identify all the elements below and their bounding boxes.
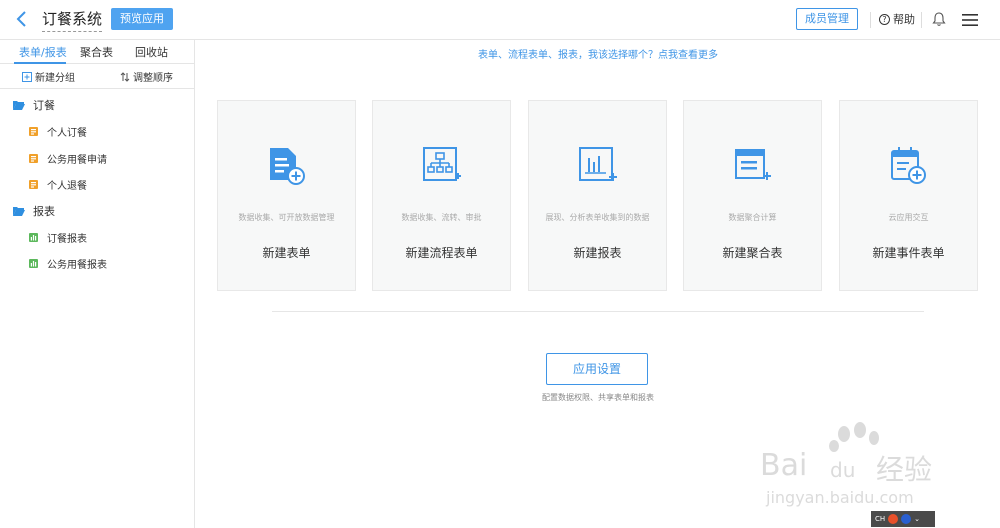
hamburger-menu-icon[interactable] — [962, 13, 978, 27]
new-form-card[interactable]: 数据收集、可开放数据管理 新建表单 — [217, 100, 356, 291]
help-tray-icon[interactable] — [901, 514, 912, 524]
card-title: 新建表单 — [262, 246, 311, 260]
report-icon — [29, 259, 38, 268]
folder-open-icon — [13, 207, 25, 216]
report-icon — [29, 233, 38, 242]
sidebar-actions: 新建分组 调整顺序 — [0, 64, 194, 89]
group-reports[interactable]: 报表 — [13, 203, 55, 219]
member-management-button[interactable]: 成员管理 — [796, 8, 858, 30]
item-label: 个人退餐 — [47, 181, 87, 192]
group-label: 订餐 — [33, 99, 55, 112]
card-title: 新建聚合表 — [722, 246, 783, 260]
sogou-icon[interactable] — [888, 514, 899, 524]
form-icon — [29, 154, 38, 163]
list-item[interactable]: 个人退餐 — [29, 177, 87, 192]
bell-icon[interactable] — [931, 11, 947, 27]
question-icon: ? — [879, 13, 890, 25]
plus-box-icon — [22, 71, 32, 82]
item-label: 订餐报表 — [47, 234, 87, 245]
card-description: 数据聚合计算 — [728, 213, 777, 222]
input-language[interactable]: CH — [875, 515, 885, 523]
sidebar-tabs: 表单/报表 聚合表 回收站 — [0, 40, 194, 64]
flow-chart-icon — [423, 147, 461, 181]
top-bar: 订餐系统 预览应用 成员管理 ? 帮助 — [0, 0, 1000, 40]
card-description: 云应用交互 — [888, 213, 929, 222]
new-flow-form-card[interactable]: 数据收集、流转、审批 新建流程表单 — [372, 100, 511, 291]
help-hint-link[interactable]: 表单、流程表单、报表，我该选择哪个？点我查看更多 — [196, 46, 1000, 61]
item-label: 个人订餐 — [47, 128, 87, 139]
card-title: 新建报表 — [573, 246, 622, 260]
reorder-label: 调整顺序 — [133, 73, 173, 84]
group-order[interactable]: 订餐 — [13, 97, 55, 113]
tab-aggregate[interactable]: 聚合表 — [80, 44, 113, 60]
settings-description: 配置数据权限、共享表单和报表 — [542, 393, 654, 402]
divider — [272, 311, 924, 312]
new-form-icon — [270, 148, 305, 185]
group-label: 报表 — [33, 205, 55, 218]
app-title[interactable]: 订餐系统 — [42, 9, 103, 32]
list-item[interactable]: 个人订餐 — [29, 124, 87, 139]
calendar-add-icon — [891, 147, 926, 184]
item-label: 公务用餐报表 — [47, 260, 107, 271]
watermark-brand: Bai — [760, 448, 808, 483]
help-label: 帮助 — [893, 13, 915, 26]
watermark-brand-3: 经验 — [876, 453, 933, 486]
card-description: 数据收集、可开放数据管理 — [238, 213, 335, 222]
help-link[interactable]: ? 帮助 — [879, 11, 915, 27]
folder-open-icon — [13, 101, 25, 110]
app-settings-button[interactable]: 应用设置 — [546, 353, 648, 385]
system-tray: CH ⌄ — [871, 511, 935, 527]
new-report-card[interactable]: 展现、分析表单收集到的数据 新建报表 — [528, 100, 667, 291]
card-title: 新建流程表单 — [405, 246, 478, 260]
reorder-button[interactable]: 调整顺序 — [120, 69, 173, 84]
separator — [870, 12, 871, 28]
list-item[interactable]: 公务用餐报表 — [29, 256, 107, 271]
list-item[interactable]: 公务用餐申请 — [29, 151, 107, 166]
form-icon — [29, 127, 38, 136]
card-description: 数据收集、流转、审批 — [401, 213, 482, 222]
back-arrow-icon[interactable] — [12, 9, 32, 29]
item-label: 公务用餐申请 — [47, 155, 107, 166]
watermark-url: jingyan.baidu.com — [766, 488, 914, 507]
bar-chart-icon — [579, 147, 617, 181]
card-title: 新建事件表单 — [872, 246, 945, 260]
tab-forms-reports[interactable]: 表单/报表 — [19, 44, 67, 60]
sidebar: 表单/报表 聚合表 回收站 新建分组 调整顺序 订餐 个人订餐 公务用餐申请 个… — [0, 40, 195, 528]
new-aggregate-card[interactable]: 数据聚合计算 新建聚合表 — [683, 100, 822, 291]
tray-expand-icon[interactable]: ⌄ — [914, 515, 920, 523]
card-description: 展现、分析表单收集到的数据 — [545, 213, 650, 222]
baidu-watermark: Bai du 经验 jingyan.baidu.com — [760, 420, 950, 515]
new-event-form-card[interactable]: 云应用交互 新建事件表单 — [839, 100, 978, 291]
new-group-button[interactable]: 新建分组 — [22, 69, 75, 84]
tab-recycle-bin[interactable]: 回收站 — [135, 44, 168, 60]
preview-app-button[interactable]: 预览应用 — [111, 8, 173, 30]
form-icon — [29, 180, 38, 189]
aggregate-table-icon — [735, 149, 771, 180]
separator — [921, 12, 922, 28]
new-group-label: 新建分组 — [35, 73, 75, 84]
sort-icon — [120, 71, 130, 82]
watermark-brand-2: du — [830, 458, 856, 482]
list-item[interactable]: 订餐报表 — [29, 230, 87, 245]
